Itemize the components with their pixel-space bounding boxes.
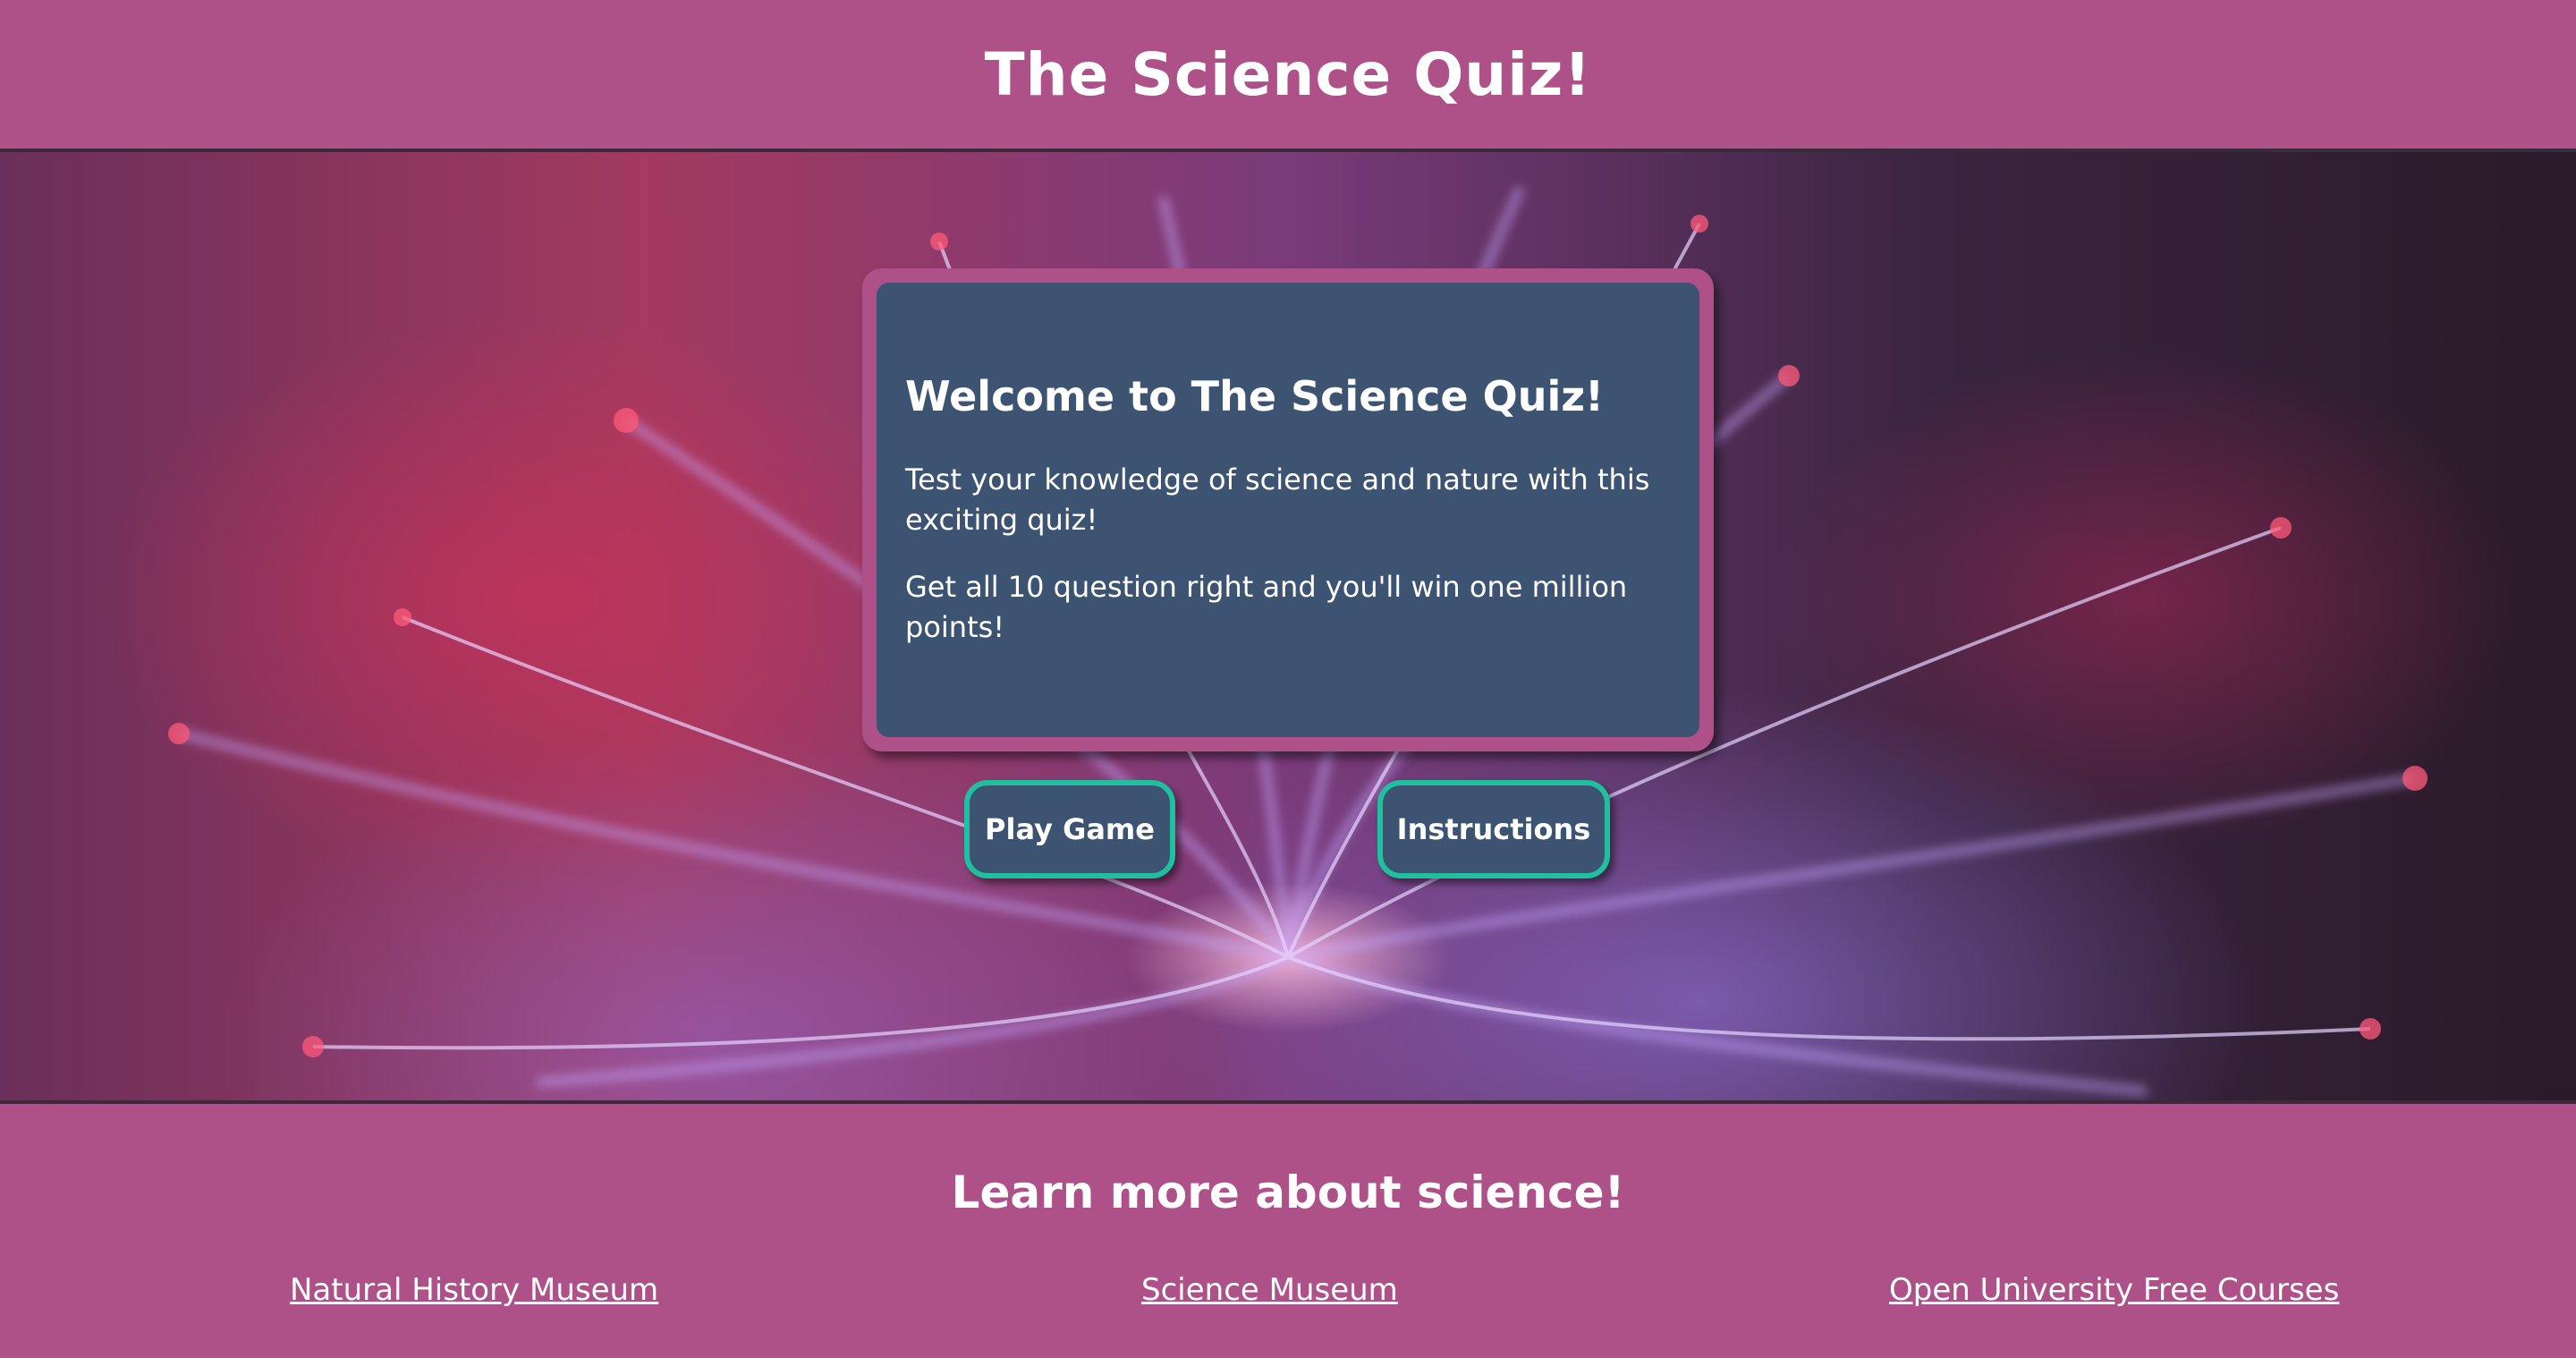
welcome-intro-text: Test your knowledge of science and natur… [905,463,1650,537]
instructions-button[interactable]: Instructions [1377,780,1610,878]
play-game-button[interactable]: Play Game [964,780,1175,878]
footer-heading: Learn more about science! [951,1167,1625,1218]
science-museum-link[interactable]: Science Museum [1141,1272,1398,1308]
site-title: The Science Quiz! [984,39,1592,109]
natural-history-museum-link[interactable]: Natural History Museum [290,1272,658,1308]
welcome-card-body: Welcome to The Science Quiz! Test your k… [877,283,1699,737]
welcome-goal-text: Get all 10 question right and you'll win… [905,570,1628,644]
welcome-card: Welcome to The Science Quiz! Test your k… [862,268,1714,751]
welcome-heading: Welcome to The Science Quiz! [905,372,1604,420]
site-footer: Learn more about science! Natural Histor… [0,1104,2576,1358]
open-university-link[interactable]: Open University Free Courses [1889,1272,2339,1308]
hero-section: Welcome to The Science Quiz! Test your k… [0,149,2576,1104]
site-header: The Science Quiz! [0,0,2576,149]
